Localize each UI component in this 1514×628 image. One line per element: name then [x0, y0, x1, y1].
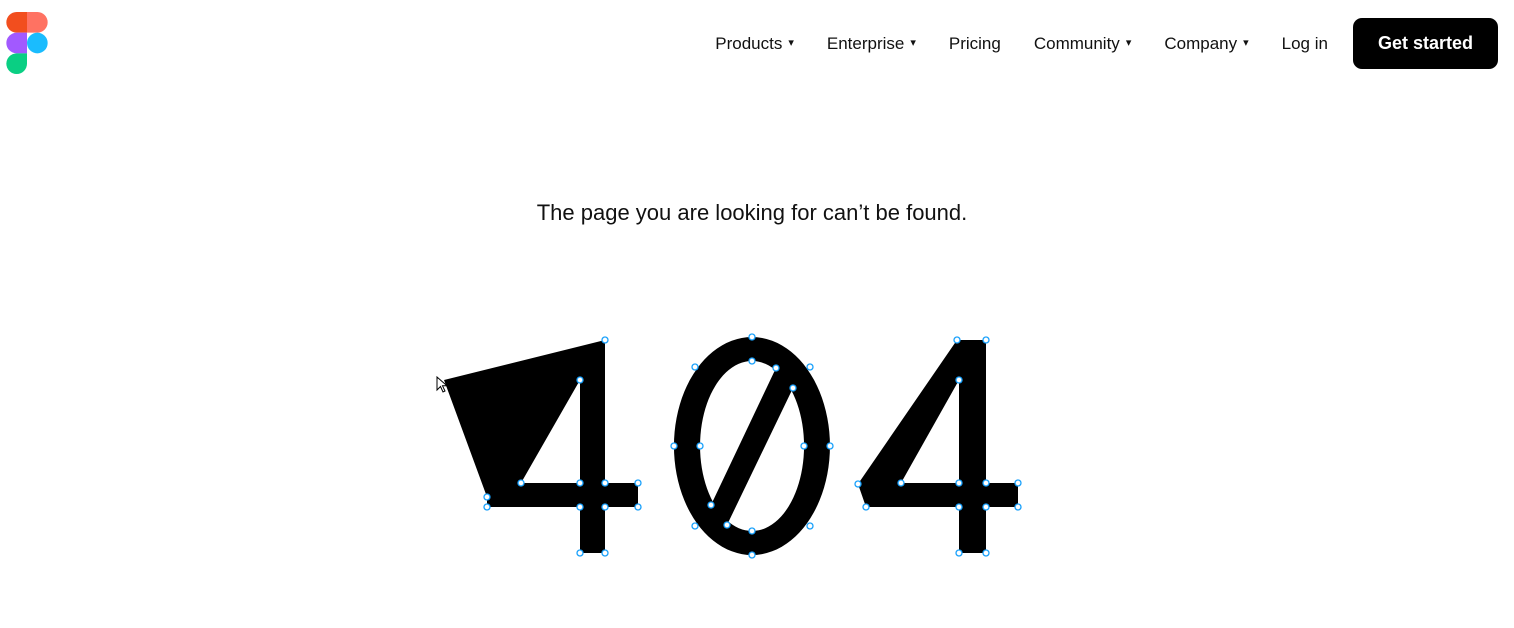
- mouse-cursor-icon: [436, 376, 448, 393]
- nav-enterprise-label: Enterprise: [826, 33, 905, 53]
- nav-community-label: Community: [1033, 33, 1120, 53]
- nav-pricing[interactable]: Pricing: [949, 34, 1001, 54]
- login-link[interactable]: Log in: [1282, 34, 1328, 54]
- nav-community[interactable]: Community ▾: [1034, 34, 1132, 54]
- chevron-down-icon: ▾: [788, 37, 794, 49]
- not-found-message: The page you are looking for can’t be fo…: [536, 200, 968, 225]
- login-label: Log in: [1281, 33, 1328, 53]
- nav-company-label: Company: [1164, 33, 1238, 53]
- zero-slash-shape: [711, 368, 793, 525]
- chevron-down-icon: ▾: [910, 37, 916, 49]
- page: Products ▾ Enterprise ▾ Pricing Communit…: [0, 0, 1514, 628]
- digit-four-right-shape: [858, 340, 1018, 553]
- nav-pricing-label: Pricing: [948, 33, 1001, 53]
- nav-company[interactable]: Company ▾: [1164, 34, 1248, 54]
- chevron-down-icon: ▾: [1243, 37, 1249, 49]
- nav-products[interactable]: Products ▾: [715, 34, 794, 54]
- error-404-illustration: [444, 333, 1022, 559]
- get-started-button[interactable]: Get started: [1352, 18, 1498, 69]
- chevron-down-icon: ▾: [1125, 37, 1132, 49]
- digit-four-left-shape: [444, 340, 638, 553]
- nav-enterprise[interactable]: Enterprise ▾: [827, 34, 916, 54]
- main-nav: Products ▾ Enterprise ▾ Pricing Communit…: [715, 18, 1498, 69]
- figma-logo-icon[interactable]: [6, 12, 48, 74]
- nav-products-label: Products: [715, 33, 783, 53]
